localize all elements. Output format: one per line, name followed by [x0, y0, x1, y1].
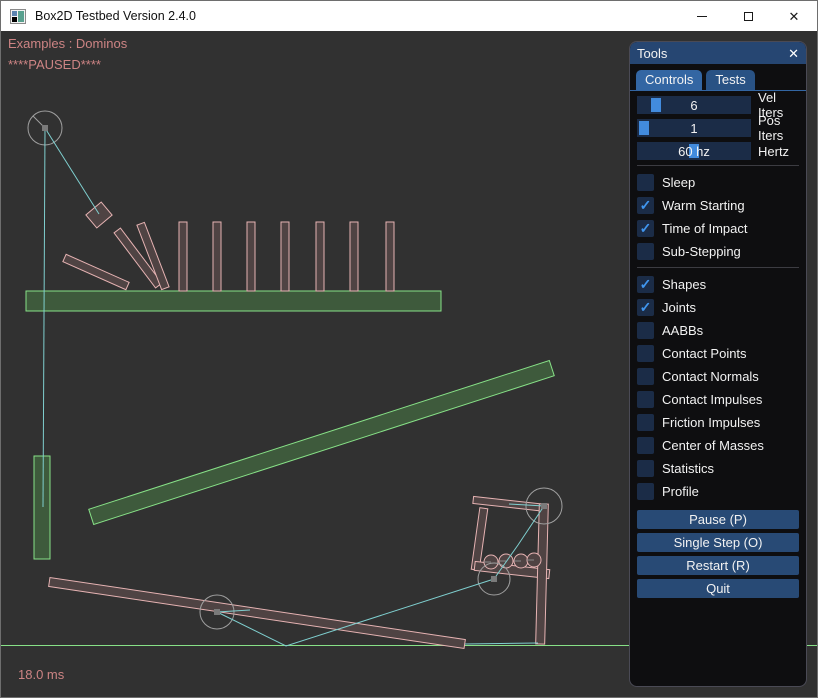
checkbox-label: Time of Impact	[662, 221, 747, 236]
standing-dominos	[179, 222, 394, 291]
joint-anchors	[42, 125, 547, 615]
vel-iters-value: 6	[637, 96, 751, 114]
checkbox-box[interactable]	[637, 174, 654, 191]
checkbox-box[interactable]	[637, 460, 654, 477]
separator	[637, 267, 799, 268]
domino-platform	[26, 291, 441, 311]
restart-button[interactable]: Restart (R)	[637, 556, 799, 575]
checkbox-box[interactable]	[637, 197, 654, 214]
checkbox-profile[interactable]: Profile	[637, 480, 799, 503]
tools-panel: Tools ✕ Controls Tests 6 Vel Iters	[629, 41, 807, 687]
checkbox-friction-impulses[interactable]: Friction Impulses	[637, 411, 799, 434]
checkbox-label: Shapes	[662, 277, 706, 292]
vel-iters-slider-row: 6 Vel Iters	[637, 96, 799, 114]
frame-time-label: 18.0 ms	[18, 667, 64, 682]
checkbox-label: Contact Impulses	[662, 392, 762, 407]
seesaw-plank	[49, 578, 466, 649]
checkbox-box[interactable]	[637, 483, 654, 500]
checkbox-box[interactable]	[637, 276, 654, 293]
checkbox-contact-points[interactable]: Contact Points	[637, 342, 799, 365]
quit-button[interactable]: Quit	[637, 579, 799, 598]
checkbox-label: Warm Starting	[662, 198, 745, 213]
window-titlebar: Box2D Testbed Version 2.4.0 ✕	[1, 1, 817, 31]
hertz-label: Hertz	[758, 144, 789, 159]
cradle-frame	[471, 496, 550, 644]
hertz-value: 60 hz	[637, 142, 751, 160]
hertz-slider[interactable]: 60 hz	[637, 142, 751, 160]
checkbox-label: Statistics	[662, 461, 714, 476]
tab-bar: Controls Tests	[630, 64, 806, 91]
vertical-block	[34, 456, 50, 559]
checkbox-warm-starting[interactable]: Warm Starting	[637, 194, 799, 217]
tools-panel-title: Tools	[637, 46, 788, 61]
checkbox-box[interactable]	[637, 220, 654, 237]
checkbox-label: Contact Normals	[662, 369, 759, 384]
hertz-slider-row: 60 hz Hertz	[637, 142, 799, 160]
pos-iters-slider-row: 1 Pos Iters	[637, 119, 799, 137]
vel-iters-slider[interactable]: 6	[637, 96, 751, 114]
checkbox-statistics[interactable]: Statistics	[637, 457, 799, 480]
tools-panel-titlebar[interactable]: Tools ✕	[630, 42, 806, 64]
app-window: Box2D Testbed Version 2.4.0 ✕	[0, 0, 818, 698]
checkbox-time-of-impact[interactable]: Time of Impact	[637, 217, 799, 240]
checkbox-contact-normals[interactable]: Contact Normals	[637, 365, 799, 388]
tab-tests[interactable]: Tests	[706, 70, 754, 90]
maximize-button[interactable]	[725, 1, 771, 31]
checkbox-box[interactable]	[637, 322, 654, 339]
checkbox-joints[interactable]: Joints	[637, 296, 799, 319]
pause-button[interactable]: Pause (P)	[637, 510, 799, 529]
checkbox-box[interactable]	[637, 368, 654, 385]
separator	[637, 165, 799, 166]
checkbox-box[interactable]	[637, 391, 654, 408]
pendulum-box	[86, 202, 112, 228]
checkbox-sleep[interactable]: Sleep	[637, 171, 799, 194]
minimize-button[interactable]	[679, 1, 725, 31]
pos-iters-value: 1	[637, 119, 751, 137]
single-step-button[interactable]: Single Step (O)	[637, 533, 799, 552]
checkbox-label: Friction Impulses	[662, 415, 760, 430]
fallen-dominos	[63, 222, 169, 289]
example-name-label: Examples : Dominos	[8, 36, 127, 51]
paused-label: ****PAUSED****	[8, 57, 101, 72]
checkbox-label: Joints	[662, 300, 696, 315]
checkbox-box[interactable]	[637, 345, 654, 362]
maximize-icon	[744, 12, 753, 21]
window-title: Box2D Testbed Version 2.4.0	[35, 9, 679, 23]
checkbox-shapes[interactable]: Shapes	[637, 273, 799, 296]
checkbox-box[interactable]	[637, 299, 654, 316]
close-icon: ✕	[789, 10, 800, 23]
tools-panel-close-button[interactable]: ✕	[788, 47, 799, 60]
checkbox-aabbs[interactable]: AABBs	[637, 319, 799, 342]
close-button[interactable]: ✕	[771, 1, 817, 31]
pos-iters-label: Pos Iters	[758, 113, 799, 143]
panel-body: 6 Vel Iters 1 Pos Iters 60 hz	[630, 91, 806, 686]
minimize-icon	[697, 16, 707, 17]
checkbox-label: Center of Masses	[662, 438, 764, 453]
checkbox-label: Profile	[662, 484, 699, 499]
checkbox-label: AABBs	[662, 323, 703, 338]
checkbox-label: Sub-Stepping	[662, 244, 741, 259]
checkbox-box[interactable]	[637, 437, 654, 454]
checkbox-label: Contact Points	[662, 346, 747, 361]
checkbox-sub-stepping[interactable]: Sub-Stepping	[637, 240, 799, 263]
checkbox-center-of-masses[interactable]: Center of Masses	[637, 434, 799, 457]
checkbox-contact-impulses[interactable]: Contact Impulses	[637, 388, 799, 411]
checkbox-box[interactable]	[637, 243, 654, 260]
app-icon	[10, 9, 26, 24]
checkbox-label: Sleep	[662, 175, 695, 190]
tab-controls[interactable]: Controls	[636, 70, 702, 90]
checkbox-box[interactable]	[637, 414, 654, 431]
pos-iters-slider[interactable]: 1	[637, 119, 751, 137]
canvas-area: Examples : Dominos ****PAUSED**** 18.0 m…	[1, 31, 817, 698]
